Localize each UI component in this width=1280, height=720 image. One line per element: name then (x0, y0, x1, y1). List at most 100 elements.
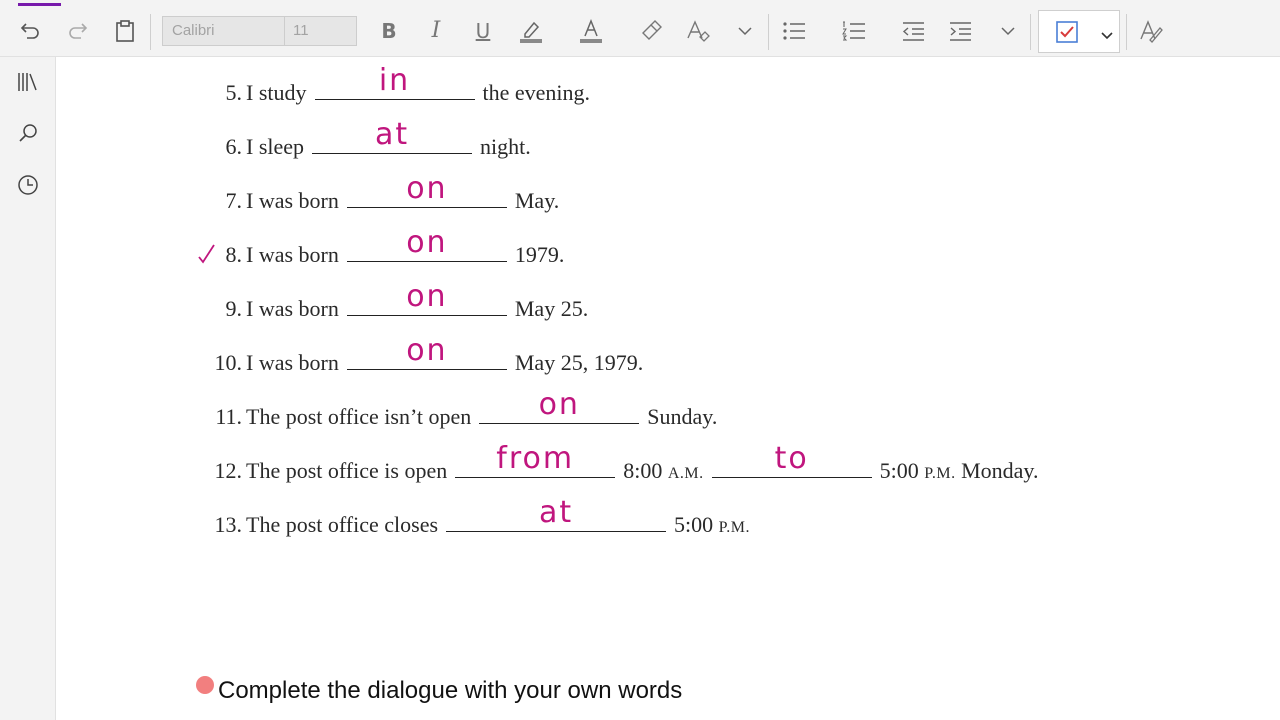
item-text-before: I study (246, 80, 307, 105)
answer-blank: to (711, 444, 872, 478)
text-format-dropdown[interactable] (734, 12, 756, 50)
item-number: 5. (225, 80, 243, 105)
item-number: 9. (225, 296, 243, 321)
item-text-after: 5:00 (674, 512, 714, 537)
italic-button[interactable]: I (424, 12, 448, 50)
handwritten-answer: at (374, 117, 410, 152)
bullets-icon (783, 22, 805, 40)
toolbar-separator (768, 14, 769, 50)
indent-button[interactable] (947, 12, 973, 50)
item-text-after: May. (514, 188, 560, 213)
item-text-before: I was born (246, 188, 339, 213)
item-number: 8. (225, 242, 243, 267)
bullets-button[interactable] (780, 12, 808, 50)
chevron-down-icon[interactable] (1101, 27, 1113, 45)
paragraph-dropdown[interactable] (997, 12, 1019, 50)
undo-button[interactable] (14, 12, 46, 50)
navigation-rail (0, 57, 56, 720)
numbering-button[interactable] (840, 12, 868, 50)
exercise-item: 13. The post office closes at 5:00 P.M. (200, 498, 751, 539)
tag-picker[interactable] (1038, 10, 1120, 53)
notebooks-button[interactable] (12, 66, 44, 98)
item-number: 7. (225, 188, 243, 213)
item-text-before: I sleep (246, 134, 305, 159)
time-suffix: P.M. (924, 465, 956, 482)
item-text-after-2: Monday. (961, 458, 1039, 483)
exercise-item: 5. I study in the evening. (200, 66, 591, 107)
search-button[interactable] (12, 117, 44, 149)
item-text-before: The post office closes (246, 512, 439, 537)
exercise-item: 7. I was born on May. (200, 174, 560, 215)
item-number: 6. (225, 134, 243, 159)
clear-format-icon (687, 20, 710, 42)
outdent-button[interactable] (900, 12, 926, 50)
ribbon-toolbar: Calibri 11 B I U (0, 0, 1280, 57)
highlight-button[interactable] (517, 12, 545, 50)
format-painter-button[interactable] (638, 12, 664, 50)
search-icon (19, 124, 37, 142)
answer-blank: on (346, 336, 507, 370)
answer-blank: on (479, 390, 640, 424)
exercise-item: 12. The post office is open from 8:00 A.… (200, 444, 1039, 485)
font-color-icon (580, 18, 602, 43)
underline-icon: U (475, 19, 491, 43)
toolbar-separator (1126, 14, 1127, 50)
font-name-field[interactable]: Calibri (163, 17, 285, 45)
clear-formatting-button[interactable] (684, 12, 712, 50)
font-selector[interactable]: Calibri 11 (162, 16, 357, 46)
page-canvas[interactable]: 5. I study in the evening. 6. I sleep at… (56, 57, 1280, 720)
bullet-dot (196, 676, 214, 694)
handwritten-answer: to (774, 441, 809, 476)
toolbar-separator (1030, 14, 1031, 50)
time-suffix: P.M. (718, 519, 751, 536)
redo-button[interactable] (62, 12, 94, 50)
indent-icon (950, 22, 971, 41)
handwritten-answer: from (496, 441, 575, 476)
answer-blank: on (346, 174, 507, 208)
bold-button[interactable]: B (376, 12, 402, 50)
exercise-item: 8. I was born on 1979. (200, 228, 565, 269)
answer-blank: on (346, 282, 507, 316)
exercise-item: 9. I was born on May 25. (200, 282, 589, 323)
undo-icon (20, 23, 39, 39)
numbering-icon (842, 21, 865, 41)
italic-icon: I (431, 18, 441, 43)
item-text-mid: 8:00 (623, 458, 663, 483)
answer-blank: at (446, 498, 667, 532)
styles-button[interactable] (1138, 12, 1164, 50)
clipboard-icon (116, 20, 134, 42)
handwritten-answer: at (538, 495, 574, 530)
item-text-after: night. (480, 134, 531, 159)
instruction-line[interactable]: Complete the dialogue with your own word… (196, 676, 682, 705)
item-text-after: 1979. (514, 242, 565, 267)
item-text-before: I was born (246, 296, 339, 321)
handwritten-answer: on (406, 225, 448, 260)
outdent-icon (902, 22, 924, 41)
instruction-text[interactable]: Complete the dialogue with your own word… (218, 677, 682, 705)
item-text-before: The post office is open (246, 458, 448, 483)
handwritten-answer: on (406, 333, 448, 368)
font-color-button[interactable] (577, 12, 605, 50)
item-text-after: May 25. (514, 296, 589, 321)
chevron-down-icon (738, 27, 752, 36)
paste-button[interactable] (110, 12, 140, 50)
recent-icon (18, 175, 38, 195)
item-text-after: 5:00 (879, 458, 919, 483)
active-tab-indicator (18, 3, 61, 6)
answer-blank: at (312, 120, 473, 154)
time-suffix: A.M. (667, 465, 704, 482)
item-text-before: The post office isn’t open (246, 404, 472, 429)
item-number: 10. (214, 350, 243, 375)
handwritten-answer: on (406, 171, 448, 206)
bold-icon: B (381, 19, 397, 43)
notebooks-icon (18, 73, 37, 91)
underline-button[interactable]: U (470, 12, 496, 50)
font-size-field[interactable]: 11 (285, 17, 356, 45)
todo-tag-icon (1056, 21, 1078, 48)
exercise-item: 10. I was born on May 25, 1979. (200, 336, 644, 377)
format-painter-icon (642, 20, 662, 40)
draw-icon (1140, 20, 1163, 43)
answer-blank: from (455, 444, 616, 478)
recent-button[interactable] (12, 169, 44, 201)
item-text-before: I was born (246, 350, 339, 375)
